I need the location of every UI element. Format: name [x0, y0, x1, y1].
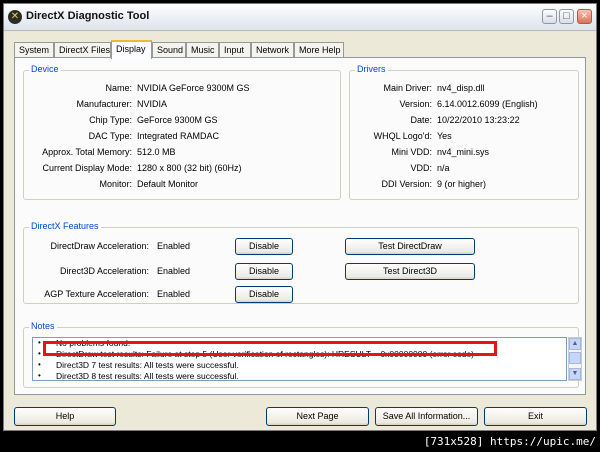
note-text: DirectDraw test results: Failure at step…: [56, 349, 475, 359]
tab-display[interactable]: Display: [111, 40, 152, 59]
bullet-icon: •: [38, 371, 41, 380]
device-value: GeForce 9300M GS: [137, 115, 218, 125]
driver-row: Mini VDD: nv4_mini.sys: [350, 147, 578, 159]
tab-directx-files[interactable]: DirectX Files: [54, 42, 111, 58]
notes-group: Notes • No problems found. • DirectDraw …: [23, 321, 582, 388]
watermark-text: [731x528] https://upic.me/: [423, 435, 596, 448]
disable-agp-button[interactable]: Disable: [235, 286, 293, 303]
note-text: Direct3D 7 test results: All tests were …: [56, 360, 239, 370]
directx-window: ✕ DirectX Diagnostic Tool – □ × System D…: [3, 3, 597, 431]
tab-music[interactable]: Music: [186, 42, 219, 58]
feature-row: AGP Texture Acceleration: Enabled: [24, 289, 578, 301]
driver-value: Yes: [437, 131, 452, 141]
driver-value: 6.14.0012.6099 (English): [437, 99, 538, 109]
device-row: Manufacturer: NVIDIA: [24, 99, 340, 111]
close-icon[interactable]: ×: [577, 9, 592, 24]
feature-label: DirectDraw Acceleration:: [50, 241, 149, 251]
feature-label: AGP Texture Acceleration:: [44, 289, 149, 299]
driver-value: n/a: [437, 163, 450, 173]
device-label: Name:: [105, 83, 132, 93]
tab-more-help[interactable]: More Help: [294, 42, 344, 58]
scroll-down-icon[interactable]: ▼: [569, 368, 581, 380]
disable-direct3d-button[interactable]: Disable: [235, 263, 293, 280]
driver-label: WHQL Logo'd:: [373, 131, 432, 141]
driver-label: Mini VDD:: [391, 147, 432, 157]
driver-label: Main Driver:: [383, 83, 432, 93]
features-group-title: DirectX Features: [29, 221, 101, 231]
device-value: 512.0 MB: [137, 147, 176, 157]
device-row: Chip Type: GeForce 9300M GS: [24, 115, 340, 127]
notes-text-area[interactable]: • No problems found. • DirectDraw test r…: [32, 337, 567, 381]
driver-value: 10/22/2010 13:23:22: [437, 115, 520, 125]
device-label: Chip Type:: [89, 115, 132, 125]
device-row: Monitor: Default Monitor: [24, 179, 340, 191]
save-all-information-button[interactable]: Save All Information...: [375, 407, 478, 426]
disable-directdraw-button[interactable]: Disable: [235, 238, 293, 255]
device-row: Approx. Total Memory: 512.0 MB: [24, 147, 340, 159]
scroll-thumb[interactable]: [569, 352, 581, 364]
driver-row: Version: 6.14.0012.6099 (English): [350, 99, 578, 111]
device-label: Monitor:: [99, 179, 132, 189]
test-directdraw-button[interactable]: Test DirectDraw: [345, 238, 475, 255]
window-title: DirectX Diagnostic Tool: [26, 10, 150, 22]
device-value: 1280 x 800 (32 bit) (60Hz): [137, 163, 242, 173]
device-row: Name: NVIDIA GeForce 9300M GS: [24, 83, 340, 95]
driver-row: WHQL Logo'd: Yes: [350, 131, 578, 143]
device-value: Default Monitor: [137, 179, 199, 189]
device-label: DAC Type:: [88, 131, 132, 141]
driver-label: Version:: [399, 99, 432, 109]
device-row: Current Display Mode: 1280 x 800 (32 bit…: [24, 163, 340, 175]
device-value: Integrated RAMDAC: [137, 131, 220, 141]
bullet-icon: •: [38, 349, 41, 358]
tab-system[interactable]: System: [14, 42, 54, 58]
bullet-icon: •: [38, 360, 41, 369]
scroll-up-icon[interactable]: ▲: [569, 338, 581, 350]
device-group: Device Name: NVIDIA GeForce 9300M GS Man…: [23, 64, 341, 200]
next-page-button[interactable]: Next Page: [266, 407, 369, 426]
device-value: NVIDIA: [137, 99, 168, 109]
feature-label: Direct3D Acceleration:: [59, 266, 149, 276]
driver-label: VDD:: [410, 163, 432, 173]
display-panel: Device Name: NVIDIA GeForce 9300M GS Man…: [14, 57, 586, 395]
bullet-icon: •: [38, 338, 41, 347]
device-row: DAC Type: Integrated RAMDAC: [24, 131, 340, 143]
tab-network[interactable]: Network: [251, 42, 294, 58]
drivers-group-title: Drivers: [355, 64, 388, 74]
feature-status: Enabled: [157, 289, 191, 299]
device-group-title: Device: [29, 64, 61, 74]
directx-features-group: DirectX Features DirectDraw Acceleration…: [23, 221, 579, 304]
notes-group-title: Notes: [29, 321, 57, 331]
device-label: Approx. Total Memory:: [42, 147, 132, 157]
exit-button[interactable]: Exit: [484, 407, 587, 426]
driver-row: Main Driver: nv4_disp.dll: [350, 83, 578, 95]
driver-label: DDI Version:: [381, 179, 432, 189]
feature-row: DirectDraw Acceleration: Enabled: [24, 241, 578, 253]
title-bar[interactable]: ✕ DirectX Diagnostic Tool – □ ×: [4, 4, 596, 31]
driver-label: Date:: [410, 115, 432, 125]
driver-value: nv4_mini.sys: [437, 147, 490, 157]
driver-value: nv4_disp.dll: [437, 83, 485, 93]
device-value: NVIDIA GeForce 9300M GS: [137, 83, 250, 93]
maximize-icon[interactable]: □: [559, 9, 574, 24]
device-label: Current Display Mode:: [42, 163, 132, 173]
minimize-icon[interactable]: –: [542, 9, 557, 24]
drivers-group: Drivers Main Driver: nv4_disp.dll Versio…: [349, 64, 579, 200]
feature-row: Direct3D Acceleration: Enabled: [24, 266, 578, 278]
device-label: Manufacturer:: [76, 99, 132, 109]
feature-status: Enabled: [157, 266, 191, 276]
directx-icon: ✕: [8, 10, 22, 24]
test-direct3d-button[interactable]: Test Direct3D: [345, 263, 475, 280]
driver-row: DDI Version: 9 (or higher): [350, 179, 578, 191]
note-text: No problems found.: [56, 338, 131, 348]
feature-status: Enabled: [157, 241, 191, 251]
note-text: Direct3D 8 test results: All tests were …: [56, 371, 239, 381]
notes-scrollbar[interactable]: ▲ ▼: [568, 337, 582, 381]
driver-row: VDD: n/a: [350, 163, 578, 175]
tab-input[interactable]: Input: [219, 42, 251, 58]
driver-value: 9 (or higher): [437, 179, 487, 189]
driver-row: Date: 10/22/2010 13:23:22: [350, 115, 578, 127]
help-button[interactable]: Help: [14, 407, 116, 426]
tab-sound[interactable]: Sound: [152, 42, 186, 58]
